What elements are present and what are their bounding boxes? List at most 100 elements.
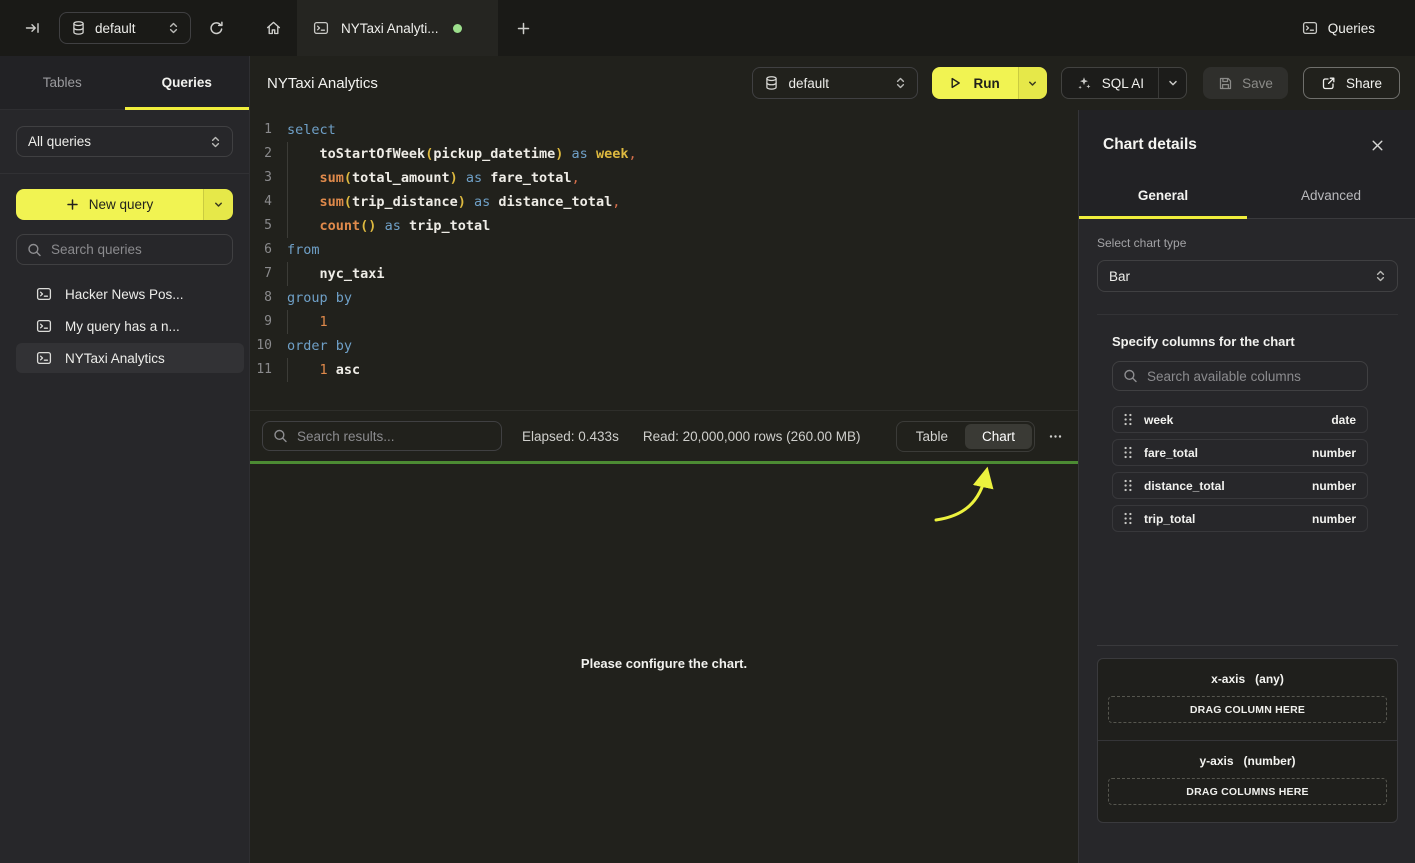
results-search-input[interactable] bbox=[262, 421, 502, 451]
code-line[interactable]: 11 1 asc bbox=[250, 358, 1078, 382]
code-line-content: group by bbox=[287, 286, 352, 310]
select-caret-icon bbox=[167, 20, 180, 36]
columns-section-label: Specify columns for the chart bbox=[1112, 334, 1368, 349]
chart-type-value: Bar bbox=[1109, 269, 1365, 284]
queries-button-label: Queries bbox=[1328, 21, 1375, 36]
column-name: distance_total bbox=[1144, 479, 1225, 493]
run-dropdown[interactable] bbox=[1018, 67, 1047, 99]
code-line[interactable]: 4 sum(trip_distance) as distance_total, bbox=[250, 190, 1078, 214]
chart-type-select[interactable]: Bar bbox=[1097, 260, 1398, 292]
axes-section: x-axis(any) DRAG COLUMN HERE y-axis(number… bbox=[1097, 645, 1398, 863]
query-filter-select[interactable]: All queries bbox=[16, 126, 233, 157]
code-line[interactable]: 9 1 bbox=[250, 310, 1078, 334]
chevron-down-icon bbox=[213, 199, 224, 210]
column-item[interactable]: trip_totalnumber bbox=[1112, 505, 1368, 532]
code-line-content: 1 bbox=[287, 310, 328, 334]
chart-panel-tabs: GeneralAdvanced bbox=[1079, 172, 1415, 219]
axis-header: x-axis(any) bbox=[1108, 672, 1387, 686]
toolbar-database-value: default bbox=[788, 76, 885, 91]
topbar-database-selector[interactable]: default bbox=[59, 12, 191, 44]
sidebar-tab-queries[interactable]: Queries bbox=[125, 56, 250, 109]
drag-handle-icon[interactable] bbox=[1123, 479, 1133, 492]
line-number: 9 bbox=[250, 310, 272, 334]
code-line[interactable]: 8group by bbox=[250, 286, 1078, 310]
axis-section: y-axis(number) DRAG COLUMNS HERE bbox=[1098, 740, 1397, 822]
more-options-icon[interactable] bbox=[1048, 429, 1063, 444]
sql-ai-button[interactable]: SQL AI bbox=[1061, 67, 1187, 99]
sql-ai-dropdown[interactable] bbox=[1158, 68, 1186, 98]
code-line[interactable]: 7 nyc_taxi bbox=[250, 262, 1078, 286]
column-item[interactable]: fare_totalnumber bbox=[1112, 439, 1368, 466]
code-editor[interactable]: 1select2 toStartOfWeek(pickup_datetime) … bbox=[250, 110, 1078, 410]
select-caret-icon bbox=[894, 75, 907, 91]
drag-handle-icon[interactable] bbox=[1123, 446, 1133, 459]
unsaved-changes-dot bbox=[453, 24, 462, 33]
new-query-dropdown[interactable] bbox=[203, 189, 233, 220]
code-line[interactable]: 2 toStartOfWeek(pickup_datetime) as week… bbox=[250, 142, 1078, 166]
query-item-label: Hacker News Pos... bbox=[65, 287, 184, 302]
database-icon bbox=[71, 20, 86, 36]
select-caret-icon bbox=[1374, 268, 1387, 284]
save-button[interactable]: Save bbox=[1203, 67, 1288, 99]
view-toggle: TableChart bbox=[896, 421, 1035, 452]
code-line[interactable]: 5 count() as trip_total bbox=[250, 214, 1078, 238]
sidebar-tab-tables[interactable]: Tables bbox=[0, 56, 125, 109]
new-tab-icon[interactable] bbox=[500, 0, 546, 56]
column-item[interactable]: weekdate bbox=[1112, 406, 1368, 433]
axis-header: y-axis(number) bbox=[1108, 754, 1387, 768]
drag-handle-icon[interactable] bbox=[1123, 512, 1133, 525]
tab-general[interactable]: General bbox=[1079, 172, 1247, 218]
code-line[interactable]: 3 sum(total_amount) as fare_total, bbox=[250, 166, 1078, 190]
line-number: 10 bbox=[250, 334, 272, 358]
drag-handle-icon[interactable] bbox=[1123, 413, 1133, 426]
close-icon[interactable] bbox=[1370, 138, 1385, 153]
tab-advanced[interactable]: Advanced bbox=[1247, 172, 1415, 218]
axis-name: y-axis bbox=[1199, 754, 1233, 768]
view-toggle-table[interactable]: Table bbox=[899, 424, 965, 449]
code-line[interactable]: 10order by bbox=[250, 334, 1078, 358]
columns-section: Specify columns for the chart weekdate f… bbox=[1112, 334, 1368, 538]
code-line-content: 1 asc bbox=[287, 358, 360, 382]
queries-button[interactable]: Queries bbox=[1302, 20, 1375, 36]
play-icon bbox=[948, 76, 962, 90]
code-line[interactable]: 6from bbox=[250, 238, 1078, 262]
share-button[interactable]: Share bbox=[1303, 67, 1400, 99]
toolbar-controls: default Run bbox=[752, 67, 1400, 99]
line-number: 5 bbox=[250, 214, 272, 238]
query-list-item[interactable]: Hacker News Pos... bbox=[16, 279, 244, 309]
indent-guide bbox=[287, 358, 288, 382]
columns-list: weekdate fare_totalnumber distance_total… bbox=[1112, 406, 1368, 538]
code-line-content: sum(trip_distance) as distance_total, bbox=[287, 190, 620, 214]
query-terminal-icon bbox=[36, 286, 52, 302]
query-terminal-icon bbox=[36, 350, 52, 366]
axis-drop-target[interactable]: DRAG COLUMNS HERE bbox=[1108, 778, 1387, 805]
tab-strip: NYTaxi Analyti... bbox=[250, 0, 546, 56]
plus-icon bbox=[66, 198, 79, 211]
refresh-icon[interactable] bbox=[208, 20, 225, 37]
column-name: trip_total bbox=[1144, 512, 1195, 526]
query-title: NYTaxi Analytics bbox=[267, 75, 378, 92]
column-name: week bbox=[1144, 413, 1173, 427]
new-query-button[interactable]: New query bbox=[16, 189, 233, 220]
run-button[interactable]: Run bbox=[932, 67, 1046, 99]
axis-drop-target[interactable]: DRAG COLUMN HERE bbox=[1108, 696, 1387, 723]
database-icon bbox=[764, 75, 779, 91]
code-line[interactable]: 1select bbox=[250, 118, 1078, 142]
query-list-item[interactable]: NYTaxi Analytics bbox=[16, 343, 244, 373]
indent-guide bbox=[287, 214, 288, 238]
tab-nytaxi-analytics[interactable]: NYTaxi Analyti... bbox=[297, 0, 498, 56]
columns-search-input[interactable] bbox=[1112, 361, 1368, 391]
elapsed-time: Elapsed: 0.433s bbox=[522, 429, 619, 444]
chart-placeholder-message: Please configure the chart. bbox=[581, 656, 747, 671]
code-line-content: from bbox=[287, 238, 320, 262]
indent-guide bbox=[287, 190, 288, 214]
home-icon[interactable] bbox=[250, 0, 297, 56]
column-item[interactable]: distance_totalnumber bbox=[1112, 472, 1368, 499]
toolbar-database-selector[interactable]: default bbox=[752, 67, 918, 99]
code-line-content: sum(total_amount) as fare_total, bbox=[287, 166, 580, 190]
indent-guide bbox=[287, 310, 288, 334]
view-toggle-chart[interactable]: Chart bbox=[965, 424, 1032, 449]
collapse-sidebar-icon[interactable] bbox=[24, 20, 41, 36]
query-search-input[interactable] bbox=[16, 234, 233, 265]
query-list-item[interactable]: My query has a n... bbox=[16, 311, 244, 341]
